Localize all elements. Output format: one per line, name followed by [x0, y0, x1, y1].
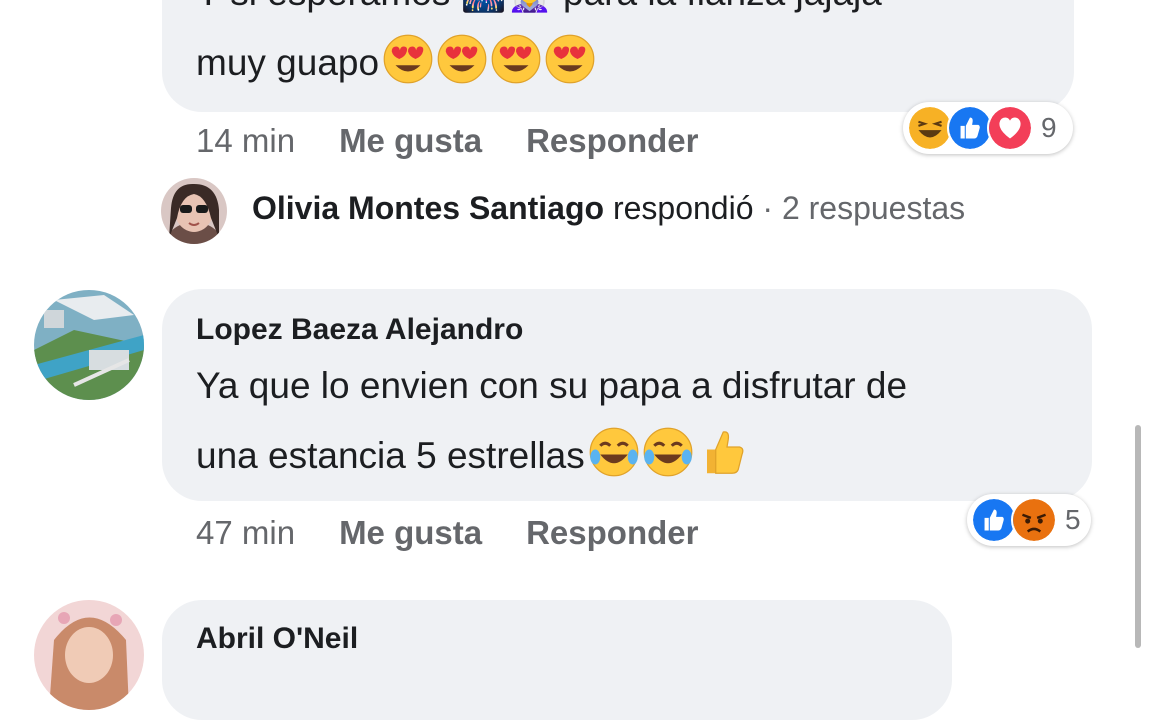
like-button[interactable]: Me gusta [339, 514, 482, 551]
comment-author[interactable]: Abril O'Neil [196, 622, 358, 656]
reaction-summary[interactable]: 5 [967, 494, 1091, 546]
reply-button[interactable]: Responder [526, 122, 698, 159]
scrollbar[interactable] [1135, 425, 1141, 648]
comment-partial-line: Y si esperamos 🎆🧝‍♀️ para la fianza jaja… [196, 0, 882, 28]
like-button[interactable]: Me gusta [339, 122, 482, 159]
comment-time: 14 min [196, 122, 296, 159]
comment-text-line1: Ya que lo envien con su papa a disfrutar… [196, 365, 908, 406]
comment-text-line2: una estancia 5 estrellas [196, 421, 747, 500]
comment-meta-main: 47 min Me gusta Responder [196, 514, 698, 552]
comment-time: 47 min [196, 514, 296, 551]
heart-eyes-emoji-icon [383, 34, 433, 107]
heart-eyes-emoji-icon [437, 34, 487, 107]
heart-eyes-emoji-icon [545, 34, 595, 107]
comment-meta-top: 14 min Me gusta Responder [196, 122, 698, 160]
comment-bubble-top: Y si esperamos 🎆🧝‍♀️ para la fianza jaja… [162, 0, 1074, 112]
comment-bubble-main: Lopez Baeza Alejandro Ya que lo envien c… [162, 289, 1092, 501]
reaction-count: 5 [1065, 504, 1081, 535]
view-replies-link[interactable]: Olivia Montes Santiago respondió · 2 res… [252, 190, 965, 227]
avatar-abril[interactable] [34, 600, 144, 710]
thumbs-up-emoji-icon [697, 427, 747, 500]
tears-of-joy-emoji-icon [589, 427, 639, 500]
love-reaction-icon [987, 105, 1033, 151]
reply-author-name: Olivia Montes Santiago [252, 190, 605, 226]
angry-reaction-icon [1011, 497, 1057, 543]
reply-separator: · [762, 190, 774, 226]
comment-author[interactable]: Lopez Baeza Alejandro [196, 313, 523, 347]
reaction-summary[interactable]: 9 [903, 102, 1073, 154]
avatar-lopez[interactable] [34, 290, 144, 400]
heart-eyes-emoji-icon [491, 34, 541, 107]
avatar-olivia[interactable] [161, 178, 227, 244]
reply-button[interactable]: Responder [526, 514, 698, 551]
tears-of-joy-emoji-icon [643, 427, 693, 500]
comment-text: muy guapo [196, 28, 595, 107]
reply-count: 2 respuestas [781, 190, 966, 226]
reaction-count: 9 [1041, 112, 1057, 143]
reply-action: respondió [612, 190, 754, 226]
comment-bubble-bottom: Abril O'Neil [162, 600, 952, 720]
